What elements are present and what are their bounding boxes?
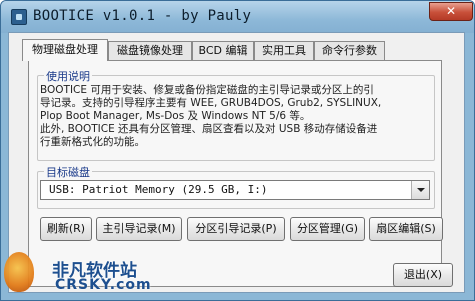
- window-title: BOOTICE v1.0.1 - by Pauly: [33, 8, 252, 24]
- exit-button[interactable]: 退出(X): [393, 263, 453, 287]
- close-button[interactable]: ✕: [429, 2, 473, 21]
- app-icon: [11, 9, 27, 25]
- description-label: 使用说明: [44, 68, 92, 84]
- sector-edit-button[interactable]: 扇区编辑(S): [369, 217, 443, 241]
- target-disk-label: 目标磁盘: [44, 164, 92, 180]
- partition-manage-button[interactable]: 分区管理(G): [290, 217, 365, 241]
- tab-label: 命令行参数: [322, 44, 377, 57]
- tab-command-line[interactable]: 命令行参数: [314, 41, 385, 60]
- target-disk-value: USB: Patriot Memory (29.5 GB, I:): [49, 183, 268, 196]
- pbr-button[interactable]: 分区引导记录(P): [187, 217, 285, 241]
- close-icon: ✕: [445, 4, 457, 18]
- target-disk-select[interactable]: USB: Patriot Memory (29.5 GB, I:): [40, 180, 430, 200]
- tab-bcd-edit[interactable]: BCD 编辑: [192, 41, 254, 60]
- description-text: BOOTICE 可用于安装、修复或备份指定磁盘的主引导记录或分区上的引 导记录。…: [40, 84, 382, 148]
- tab-utilities[interactable]: 实用工具: [254, 41, 314, 60]
- watermark-name-en: CRSKY.com: [55, 277, 152, 293]
- tab-disk-image[interactable]: 磁盘镜像处理: [108, 41, 192, 60]
- watermark: 非凡软件站 CRSKY.com: [0, 246, 175, 301]
- description-group: 使用说明 BOOTICE 可用于安装、修复或备份指定磁盘的主引导记录或分区上的引…: [37, 68, 435, 161]
- mbr-button[interactable]: 主引导记录(M): [96, 217, 182, 241]
- tab-label: 实用工具: [262, 44, 306, 57]
- tab-label: BCD 编辑: [198, 44, 248, 57]
- tab-label: 磁盘镜像处理: [117, 44, 183, 57]
- target-disk-group: 目标磁盘 USB: Patriot Memory (29.5 GB, I:): [37, 164, 435, 209]
- refresh-button[interactable]: 刷新(R): [40, 217, 92, 241]
- tab-physical-disk[interactable]: 物理磁盘处理: [22, 39, 108, 61]
- chevron-down-icon[interactable]: [411, 181, 429, 199]
- tab-label: 物理磁盘处理: [32, 43, 98, 56]
- title-bar[interactable]: BOOTICE v1.0.1 - by Pauly ✕: [1, 1, 474, 33]
- watermark-logo: [4, 252, 34, 292]
